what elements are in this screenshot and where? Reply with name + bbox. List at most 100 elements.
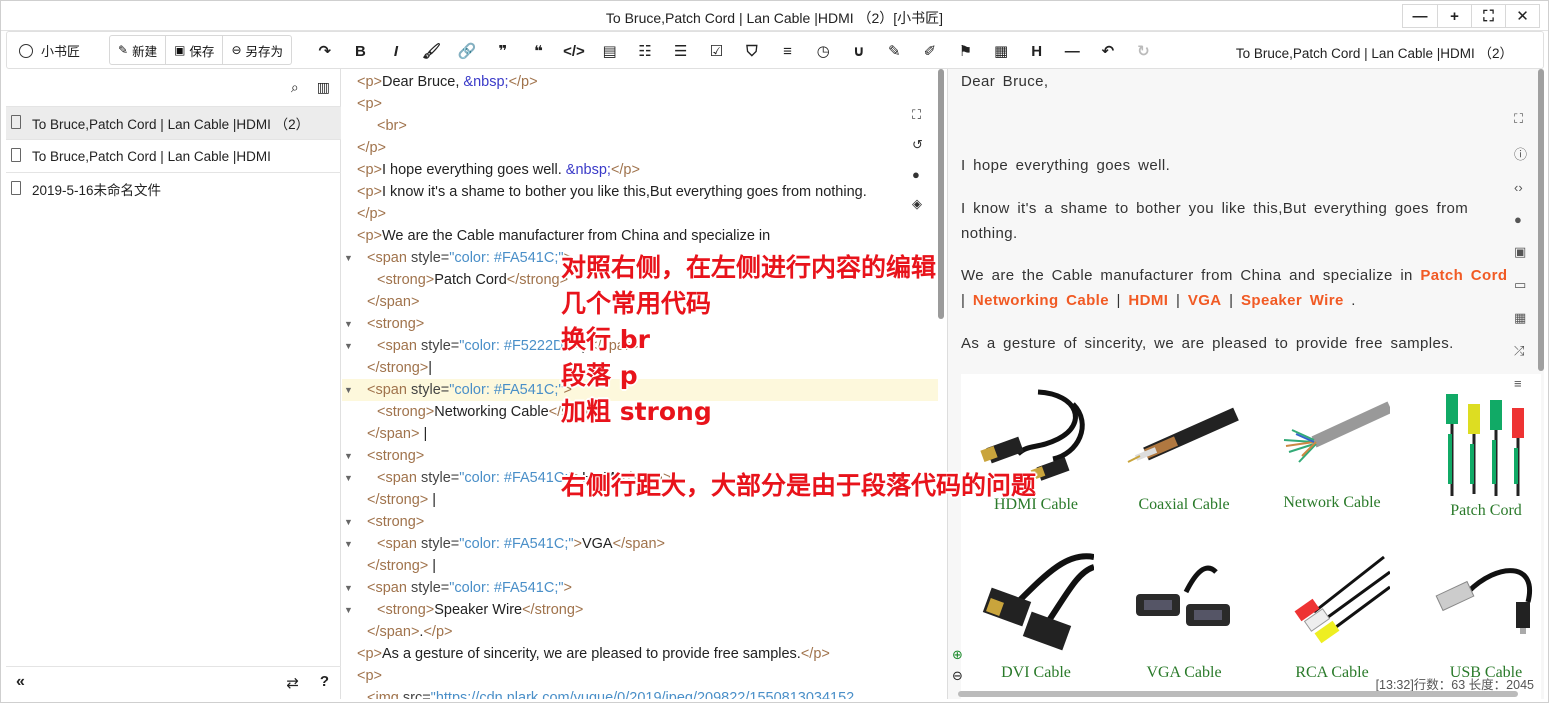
code-line[interactable]: ▼ <strong> [342, 511, 938, 533]
product-coaxial: Coaxial Cable [1114, 384, 1254, 514]
bold-icon[interactable]: B [343, 41, 379, 61]
task-list-icon[interactable]: ☑ [699, 41, 735, 61]
redo-icon[interactable]: ↻ [1126, 41, 1162, 61]
monitor-icon[interactable]: ▭ [1514, 277, 1527, 293]
code-line[interactable]: <p>As a gesture of sincerity, we are ple… [342, 643, 938, 665]
code-icon[interactable]: </> [556, 41, 592, 61]
help-button[interactable]: ? [320, 673, 329, 690]
italic-icon[interactable]: I [378, 41, 414, 61]
preview-horizontal-scrollbar[interactable] [958, 691, 1518, 697]
fullscreen-icon[interactable]: ⛶ [912, 107, 923, 123]
prev-icon[interactable]: ⊖ [952, 668, 963, 684]
code-text: <strong>Speaker Wire</strong> [377, 602, 584, 618]
code-line[interactable]: ▼ <strong>Speaker Wire</strong> [342, 599, 938, 621]
search-icon[interactable]: ⌕ [291, 79, 299, 96]
code-line[interactable]: </p> [342, 203, 938, 225]
link-icon[interactable]: 🔗 [449, 41, 485, 61]
save-button[interactable]: ▣ 保存 [165, 36, 222, 64]
drop-icon[interactable]: ● [912, 167, 923, 182]
link-speaker-wire[interactable]: Speaker Wire [1241, 292, 1344, 309]
fold-arrow-icon[interactable]: ▼ [344, 467, 354, 489]
code-line[interactable]: </strong> | [342, 555, 938, 577]
collapse-sidebar-button[interactable]: « [16, 673, 25, 691]
note-edit-2-icon[interactable]: ✐ [912, 41, 948, 61]
redo-arrow-icon[interactable]: ↷ [307, 41, 343, 61]
camera-icon[interactable]: ▣ [1514, 244, 1527, 260]
code-line[interactable]: ▼ <span style="color: #FA541C;"> [342, 577, 938, 599]
fold-arrow-icon[interactable]: ▼ [344, 599, 354, 621]
flag-icon[interactable]: ⚑ [948, 41, 984, 61]
swap-icon[interactable]: ⇄ [286, 674, 299, 692]
link-hdmi[interactable]: HDMI [1128, 292, 1168, 309]
horizontal-rule-icon[interactable]: — [1054, 41, 1090, 61]
cube-icon[interactable]: ◈ [912, 196, 923, 212]
next-icon[interactable]: ⊕ [952, 647, 963, 663]
fold-arrow-icon[interactable]: ▼ [344, 445, 354, 467]
product-network: Network Cable [1262, 382, 1402, 512]
code-line[interactable]: <p> [342, 93, 938, 115]
menu-icon[interactable]: ≡ [1514, 376, 1527, 391]
table-icon[interactable]: ▦ [983, 41, 1019, 61]
brush-icon[interactable]: 🖌 [414, 41, 450, 61]
magnet-icon[interactable]: ∪ [841, 41, 877, 61]
file-list-item[interactable]: To Bruce,Patch Cord | Lan Cable |HDMI （2… [6, 106, 341, 139]
code-line[interactable]: <img src="https://cdn.nlark.com/yuque/0/… [342, 687, 938, 699]
code-view-icon[interactable]: ‹› [1514, 180, 1527, 195]
minimize-button[interactable]: — [1403, 5, 1437, 27]
new-button[interactable]: ✎ 新建 [110, 36, 165, 64]
code-line[interactable]: <br> [342, 115, 938, 137]
fold-arrow-icon[interactable]: ▼ [344, 577, 354, 599]
quote-left-icon[interactable]: ❝ [521, 41, 557, 61]
code-line[interactable]: ▼ <span style="color: #FA541C;">VGA</span… [342, 533, 938, 555]
undo-icon[interactable]: ↶ [1090, 41, 1126, 61]
fold-arrow-icon[interactable]: ▼ [344, 335, 354, 357]
history-icon[interactable]: ↺ [912, 137, 923, 153]
ordered-list-icon[interactable]: ☷ [627, 41, 663, 61]
quote-icon[interactable]: ❞ [485, 41, 521, 61]
unordered-list-icon[interactable]: ☰ [663, 41, 699, 61]
align-icon[interactable]: ≡ [770, 41, 806, 61]
fullscreen-button[interactable]: ⛶ [1471, 5, 1505, 27]
code-line[interactable]: <p>I know it's a shame to bother you lik… [342, 181, 938, 203]
code-editor[interactable]: <p>Dear Bruce, &nbsp;</p> <p> <br> </p> <p>I… [342, 69, 946, 699]
expand-icon[interactable]: ⛶ [1514, 111, 1527, 127]
maximize-button[interactable]: + [1437, 5, 1471, 27]
grid-icon[interactable]: ▦ [1514, 310, 1527, 326]
code-text: <span style="color: #FA541C;"> [367, 580, 572, 596]
file-list-item[interactable]: 2019-5-16未命名文件 [6, 172, 341, 205]
file-code-icon[interactable]: ▤ [592, 41, 628, 61]
clock-icon[interactable]: ◷ [805, 41, 841, 61]
fold-arrow-icon[interactable]: ▼ [344, 379, 354, 401]
note-edit-icon[interactable]: ✎ [877, 41, 913, 61]
close-button[interactable]: ✕ [1505, 5, 1539, 27]
code-line[interactable]: </p> [342, 137, 938, 159]
info-icon[interactable]: ⓘ [1514, 144, 1527, 163]
app-logo[interactable]: 小书匠 [19, 41, 80, 60]
code-line[interactable]: </strong>| [342, 357, 938, 379]
code-line[interactable]: <p> [342, 665, 938, 687]
fold-arrow-icon[interactable]: ▼ [344, 511, 354, 533]
code-line[interactable]: <p>We are the Cable manufacturer from Ch… [342, 225, 938, 247]
code-text: </span> [367, 294, 420, 310]
code-line[interactable]: <p>Dear Bruce, &nbsp;</p> [342, 71, 938, 93]
shuffle-icon[interactable]: ⤮ [1514, 343, 1527, 359]
briefcase-icon[interactable]: ▥ [317, 79, 330, 96]
drop-icon[interactable]: ● [1514, 212, 1527, 227]
html5-icon[interactable]: ⛉ [734, 41, 770, 61]
heading-icon[interactable]: H [1019, 41, 1055, 61]
product-usb: USB Cable [1416, 552, 1544, 682]
save-as-button[interactable]: ⊖ 另存为 [222, 36, 291, 64]
link-vga[interactable]: VGA [1188, 292, 1222, 309]
editor-scrollbar[interactable] [938, 69, 944, 319]
code-line[interactable]: <p>I hope everything goes well. &nbsp;</… [342, 159, 938, 181]
toolbar: 小书匠 ✎ 新建 ▣ 保存 ⊖ 另存为 ↷ B I 🖌 🔗 ❞ ❝ </> ▤ ☷ ☰ ☑ ⛉ ≡ ◷ ∪ ✎ ✐ ⚑ ▦ H… [6, 31, 1544, 69]
code-line[interactable]: ▼ <strong> [342, 445, 938, 467]
fold-arrow-icon[interactable]: ▼ [344, 533, 354, 555]
fold-arrow-icon[interactable]: ▼ [344, 247, 354, 269]
link-networking-cable[interactable]: Networking Cable [973, 292, 1109, 309]
preview-scrollbar[interactable] [1538, 69, 1544, 371]
file-list-item[interactable]: To Bruce,Patch Cord | Lan Cable |HDMI [6, 139, 341, 172]
fold-arrow-icon[interactable]: ▼ [344, 313, 354, 335]
link-patch-cord[interactable]: Patch Cord [1420, 267, 1507, 284]
code-line[interactable]: </span>.</p> [342, 621, 938, 643]
